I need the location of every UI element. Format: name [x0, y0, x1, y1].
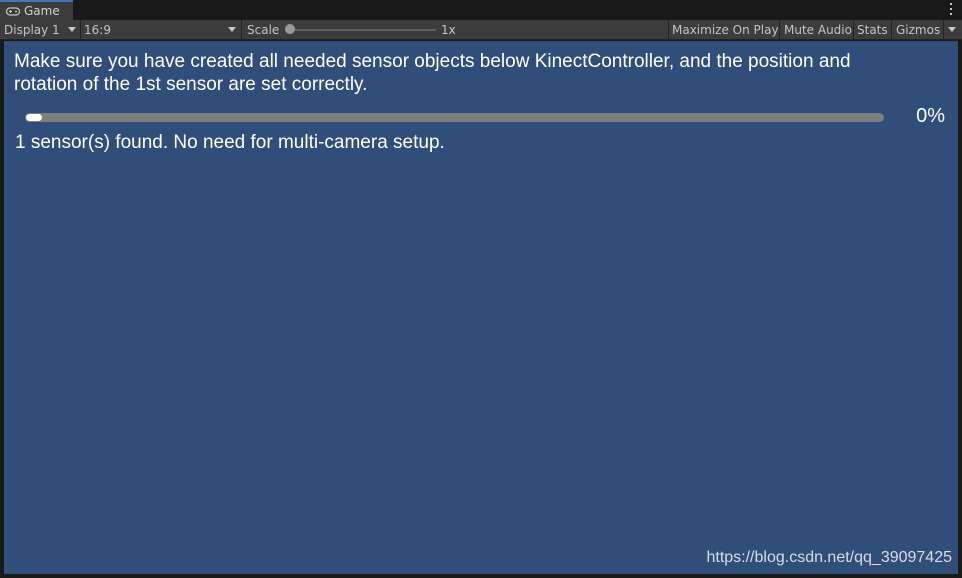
scale-value: 1x [441, 22, 456, 37]
display-dropdown[interactable]: Display 1 [4, 20, 60, 39]
more-options-icon[interactable] [948, 2, 954, 16]
tab-game[interactable]: Game [0, 0, 73, 20]
tab-title: Game [24, 4, 60, 18]
game-toolbar: Display 1 16:9 Scale 1x Maximize On Play… [0, 20, 962, 40]
progress-percent: 0% [916, 105, 945, 127]
display-label: Display 1 [4, 22, 60, 37]
progress-bar [25, 113, 884, 122]
scale-label: Scale [247, 22, 280, 37]
aspect-dropdown[interactable]: 16:9 [84, 20, 111, 39]
instruction-message: Make sure you have created all needed se… [14, 51, 851, 95]
mute-audio-button[interactable]: Mute Audio [784, 20, 852, 39]
chevron-down-icon [68, 27, 76, 32]
stats-button[interactable]: Stats [857, 20, 888, 39]
chevron-down-icon [228, 27, 236, 32]
gizmos-button[interactable]: Gizmos [896, 20, 940, 39]
game-view[interactable]: Make sure you have created all needed se… [4, 41, 958, 574]
gamepad-icon [6, 6, 20, 16]
gizmos-dropdown-icon[interactable] [948, 27, 956, 32]
watermark: https://blog.csdn.net/qq_39097425 [706, 549, 952, 566]
aspect-label: 16:9 [84, 22, 111, 37]
maximize-on-play-button[interactable]: Maximize On Play [672, 20, 779, 39]
scale-slider-track[interactable] [290, 29, 436, 31]
tab-bar: Game [0, 0, 962, 20]
progress-fill [26, 114, 42, 121]
scale-slider-handle[interactable] [285, 24, 295, 34]
sensor-status: 1 sensor(s) found. No need for multi-cam… [15, 132, 445, 153]
